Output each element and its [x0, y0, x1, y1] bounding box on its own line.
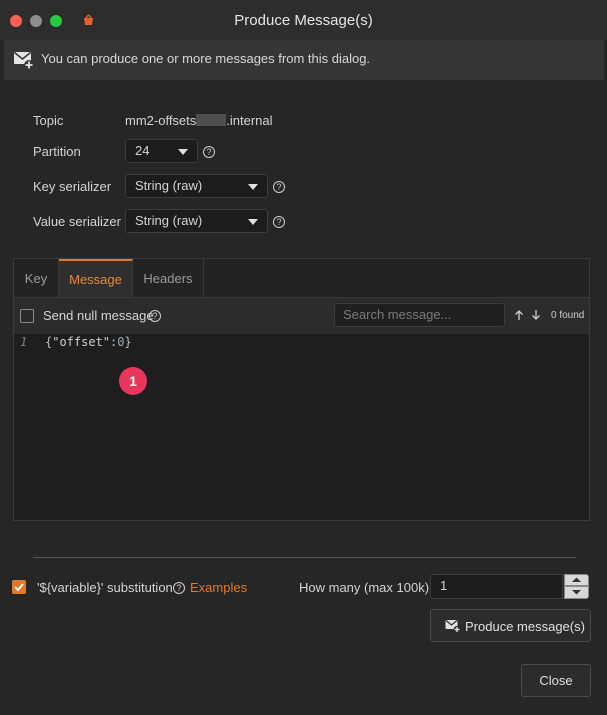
tab-headers[interactable]: Headers: [133, 259, 204, 297]
partition-select[interactable]: 24: [125, 139, 198, 163]
chevron-down-icon: [178, 149, 188, 155]
chevron-down-icon: [248, 219, 258, 225]
close-button[interactable]: Close: [521, 664, 591, 697]
help-icon[interactable]: ?: [149, 310, 161, 322]
annotation-badge: 1: [119, 367, 147, 395]
code-value: 0: [117, 335, 125, 349]
partition-label: Partition: [33, 144, 81, 159]
code-brace-close: }: [124, 335, 132, 349]
tab-key[interactable]: Key: [14, 259, 59, 297]
divider: [33, 557, 576, 558]
redacted-text: [196, 114, 227, 126]
stepper-up-button[interactable]: [564, 574, 589, 586]
help-icon[interactable]: ?: [273, 181, 285, 193]
found-count: 0 found: [551, 310, 585, 321]
topic-label: Topic: [33, 113, 64, 128]
topic-value-prefix: mm2-offsets: [125, 113, 197, 128]
key-serializer-label: Key serializer: [33, 179, 112, 194]
produce-button-label: Produce message(s): [465, 619, 585, 634]
help-icon[interactable]: ?: [203, 146, 215, 158]
stepper-down-button[interactable]: [564, 586, 589, 599]
substitution-label: '${variable}' substitution: [37, 580, 173, 595]
line-number: 1: [20, 335, 28, 349]
topic-value-suffix: .internal: [226, 113, 273, 128]
envelope-plus-icon: [445, 619, 461, 633]
substitution-checkbox[interactable]: [12, 580, 26, 594]
envelope-plus-icon: [13, 49, 35, 71]
value-serializer-select[interactable]: String (raw): [125, 209, 268, 233]
tab-message[interactable]: Message: [59, 259, 133, 297]
how-many-label: How many (max 100k):: [299, 580, 433, 595]
arrow-down-icon[interactable]: [531, 309, 541, 321]
value-serializer-value: String (raw): [135, 213, 203, 228]
help-icon[interactable]: ?: [173, 582, 185, 594]
partition-value: 24: [135, 143, 150, 158]
send-null-checkbox[interactable]: [20, 309, 34, 323]
key-serializer-value: String (raw): [135, 178, 203, 193]
message-editor[interactable]: [14, 334, 589, 520]
banner-text: You can produce one or more messages fro…: [41, 51, 371, 66]
code-line[interactable]: {"offset":0}: [45, 335, 132, 349]
key-serializer-select[interactable]: String (raw): [125, 174, 268, 198]
examples-link[interactable]: Examples: [190, 580, 247, 595]
search-message-input[interactable]: Search message...: [334, 303, 505, 327]
code-key: "offset": [52, 335, 111, 349]
send-null-label: Send null message: [43, 308, 154, 323]
topic-value: mm2-offsets .internal: [125, 113, 273, 128]
chevron-down-icon: [248, 184, 258, 190]
value-serializer-label: Value serializer: [33, 214, 121, 229]
produce-messages-button[interactable]: Produce message(s): [430, 609, 591, 642]
window-title: Produce Message(s): [234, 12, 373, 29]
arrow-up-icon[interactable]: [514, 309, 524, 321]
how-many-input[interactable]: 1: [430, 574, 563, 599]
help-icon[interactable]: ?: [273, 216, 285, 228]
